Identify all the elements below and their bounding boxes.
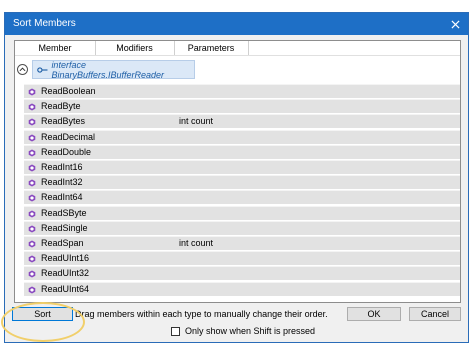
member-name: ReadInt64 bbox=[41, 192, 83, 203]
highlight-circle bbox=[1, 302, 85, 342]
member-name: ReadBoolean bbox=[41, 86, 96, 96]
method-icon bbox=[28, 118, 36, 126]
checkbox-box[interactable] bbox=[171, 326, 180, 336]
member-row[interactable]: ReadDouble bbox=[24, 144, 460, 159]
member-row[interactable]: ReadInt16 bbox=[24, 160, 460, 174]
method-icon bbox=[28, 210, 36, 218]
method-icon bbox=[28, 149, 36, 157]
checkbox-label: Only show when Shift is pressed bbox=[185, 326, 316, 336]
method-icon bbox=[28, 194, 36, 202]
method-icon bbox=[28, 179, 36, 187]
method-icon bbox=[28, 164, 36, 172]
member-row[interactable]: ReadBytes int count bbox=[24, 114, 460, 129]
interface-label: interface BinaryBuffers.IBufferReader bbox=[51, 59, 164, 80]
member-row[interactable]: ReadInt32 bbox=[24, 175, 460, 190]
group-row: interface BinaryBuffers.IBufferReader bbox=[15, 59, 460, 81]
member-row[interactable]: ReadUInt32 bbox=[24, 266, 460, 281]
member-name: ReadDouble bbox=[41, 146, 92, 157]
method-icon bbox=[28, 103, 36, 111]
member-name: ReadSingle bbox=[41, 222, 88, 233]
column-member[interactable]: Member bbox=[15, 41, 96, 55]
collapse-icon[interactable] bbox=[17, 64, 28, 75]
window-title: Sort Members bbox=[13, 18, 76, 29]
member-name: ReadInt32 bbox=[41, 177, 83, 188]
interface-group[interactable]: interface BinaryBuffers.IBufferReader bbox=[32, 59, 195, 80]
member-row[interactable]: ReadByte bbox=[24, 99, 460, 114]
column-parameters[interactable]: Parameters bbox=[174, 41, 249, 55]
member-row[interactable]: ReadSByte bbox=[24, 205, 460, 220]
member-row[interactable]: ReadUInt64 bbox=[24, 281, 460, 296]
member-name: ReadBytes bbox=[41, 116, 86, 127]
ok-button[interactable]: OK bbox=[347, 307, 401, 321]
member-row[interactable]: ReadInt64 bbox=[24, 190, 460, 205]
shift-checkbox[interactable]: Only show when Shift is pressed bbox=[171, 326, 315, 336]
column-modifiers[interactable]: Modifiers bbox=[95, 41, 175, 55]
method-icon bbox=[28, 240, 36, 248]
member-list[interactable]: Member Modifiers Parameters interface Bi… bbox=[14, 40, 461, 303]
member-params: int count bbox=[179, 116, 214, 127]
member-row[interactable]: ReadSingle bbox=[24, 220, 460, 235]
title-bar: Sort Members bbox=[5, 13, 468, 35]
member-name: ReadSByte bbox=[41, 207, 87, 218]
member-name: ReadInt16 bbox=[41, 162, 83, 172]
method-icon bbox=[28, 134, 36, 142]
method-icon bbox=[28, 255, 36, 263]
drag-hint: Drag members within each type to manuall… bbox=[75, 309, 328, 319]
method-icon bbox=[28, 88, 36, 96]
member-row[interactable]: ReadDecimal bbox=[24, 129, 460, 144]
cancel-button[interactable]: Cancel bbox=[409, 307, 461, 321]
interface-icon bbox=[37, 66, 48, 73]
member-name: ReadUInt16 bbox=[41, 253, 90, 264]
sort-members-dialog: Sort Members Member Modifiers Parameters… bbox=[1, 12, 469, 343]
method-icon bbox=[28, 286, 36, 294]
member-name: ReadUInt32 bbox=[41, 268, 90, 279]
member-row[interactable]: ReadSpan int count bbox=[24, 236, 460, 250]
member-name: ReadSpan bbox=[41, 238, 84, 248]
member-name: ReadByte bbox=[41, 101, 81, 112]
column-header: Member Modifiers Parameters bbox=[15, 41, 460, 56]
member-row[interactable]: ReadUInt16 bbox=[24, 251, 460, 266]
method-icon bbox=[28, 270, 36, 278]
member-name: ReadDecimal bbox=[41, 131, 96, 142]
member-params: int count bbox=[179, 238, 214, 248]
close-icon[interactable] bbox=[442, 13, 468, 35]
member-name: ReadUInt64 bbox=[41, 283, 90, 294]
method-icon bbox=[28, 225, 36, 233]
member-row[interactable]: ReadBoolean bbox=[24, 84, 460, 98]
